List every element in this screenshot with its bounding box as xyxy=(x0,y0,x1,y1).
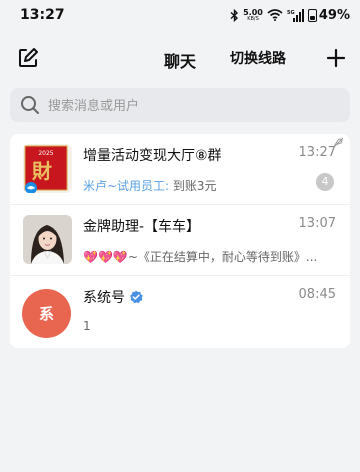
chat-sender: 米卢~试用员工: xyxy=(83,179,170,193)
chat-name-row: 系统号 xyxy=(83,287,143,307)
clock: 13:27 xyxy=(20,7,65,23)
chat-name: 系统号 xyxy=(83,290,125,306)
system-avatar: 系 xyxy=(22,289,71,338)
top-bar: 聊天 切换线路 xyxy=(0,40,360,76)
verified-badge-icon xyxy=(130,290,143,304)
search-input[interactable] xyxy=(48,97,328,113)
bluetooth-icon xyxy=(230,8,239,22)
chat-time: 08:45 xyxy=(298,287,336,302)
wifi-icon xyxy=(267,9,283,21)
unread-badge: 4 xyxy=(316,173,334,191)
chat-item-group[interactable]: 2025 財 增量活动变现大厅⑧群 13:27 米卢~试用员工: 到账3元 4 xyxy=(10,134,350,205)
battery: 49% xyxy=(307,8,350,23)
chat-time: 13:07 xyxy=(298,216,336,231)
chat-message: 到账3元 xyxy=(169,179,217,193)
chat-time: 13:27 xyxy=(298,145,336,160)
assistant-avatar xyxy=(23,215,72,264)
battery-icon xyxy=(307,8,317,22)
chat-preview: 米卢~试用员工: 到账3元 xyxy=(83,177,333,194)
chat-message: ~《正在结算中，耐心等待到账》... xyxy=(127,250,318,264)
network-speed: 5.00 KB/S xyxy=(243,7,263,22)
chat-name: 金牌助理-【车车】 xyxy=(83,219,201,235)
cellular-signal-icon: 5G xyxy=(287,8,304,22)
page-title: 聊天 xyxy=(163,52,196,71)
switch-line-button[interactable]: 切换线路 xyxy=(230,48,286,68)
chat-preview: 💖💖💖~《正在结算中，耐心等待到账》... xyxy=(83,248,333,265)
svg-text:5G: 5G xyxy=(287,10,295,16)
chat-name: 增量活动变现大厅⑧群 xyxy=(83,148,222,164)
add-icon[interactable] xyxy=(324,46,348,70)
mute-bell-icon xyxy=(333,137,344,148)
chat-item-assistant[interactable]: 金牌助理-【车车】 13:07 💖💖💖~《正在结算中，耐心等待到账》... xyxy=(10,205,350,276)
status-bar: 13:27 5.00 KB/S 5G 49% xyxy=(0,0,360,30)
svg-text:財: 財 xyxy=(32,159,52,183)
chat-item-system[interactable]: 系 系统号 08:45 1 xyxy=(10,276,350,348)
chat-list: 2025 財 增量活动变现大厅⑧群 13:27 米卢~试用员工: 到账3元 4 … xyxy=(10,134,350,348)
search-bar[interactable] xyxy=(10,88,350,122)
hearts-icon: 💖💖💖 xyxy=(83,250,128,264)
compose-icon[interactable] xyxy=(17,47,39,69)
group-avatar: 2025 財 xyxy=(23,144,72,193)
svg-text:2025: 2025 xyxy=(38,150,53,157)
search-icon xyxy=(21,96,39,114)
status-icons: 5.00 KB/S 5G 49% xyxy=(230,8,350,23)
chat-message: 1 xyxy=(83,319,91,333)
